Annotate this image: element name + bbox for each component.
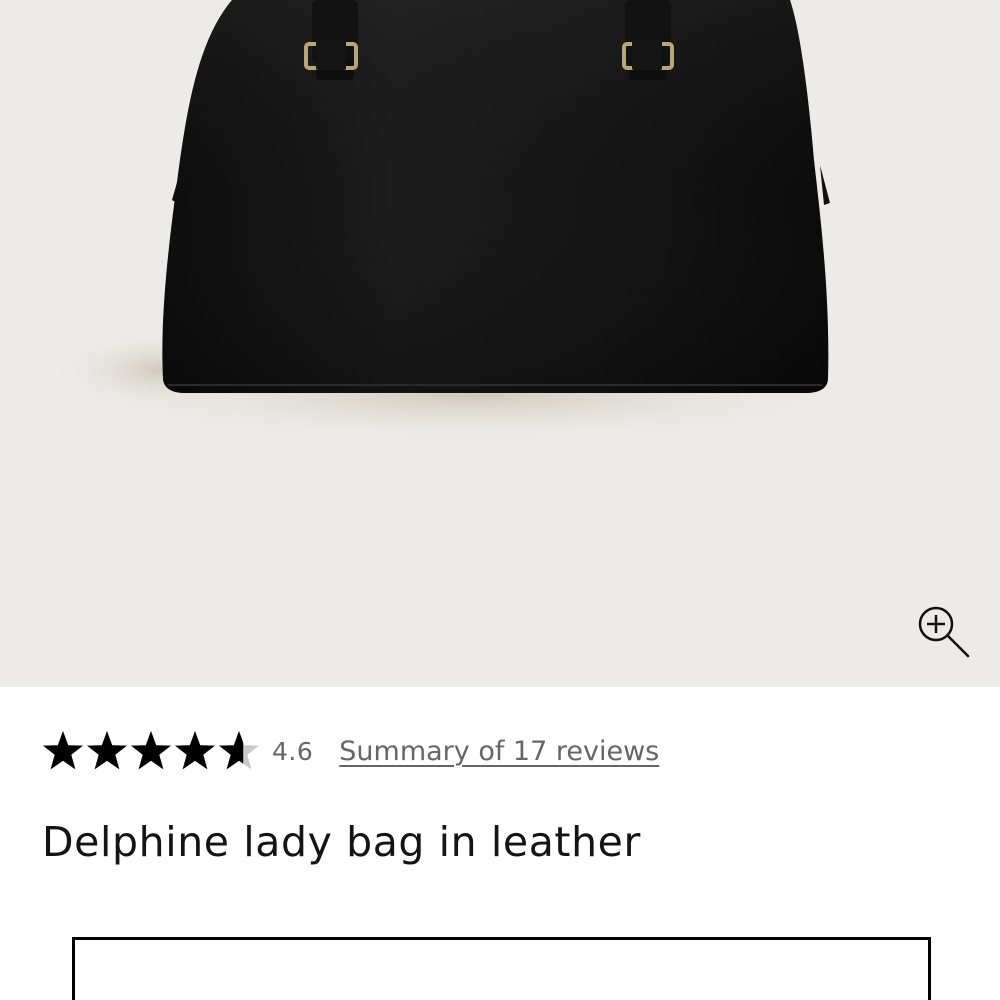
rating-value: 4.6 — [272, 736, 314, 766]
zoom-button[interactable] — [912, 600, 974, 662]
product-image[interactable] — [0, 0, 1000, 687]
product-page: 4.6 Summary of 17 reviews Delphine lady … — [0, 0, 1000, 1000]
star-icon — [86, 729, 128, 773]
product-title: Delphine lady bag in leather — [42, 818, 641, 866]
reviews-summary-link[interactable]: Summary of 17 reviews — [339, 736, 659, 767]
zoom-in-icon — [918, 606, 970, 658]
rating-summary: 4.6 Summary of 17 reviews — [42, 726, 659, 776]
star-icon — [130, 729, 172, 773]
star-icon — [42, 729, 84, 773]
star-rating — [42, 729, 260, 773]
star-icon — [218, 729, 260, 773]
product-option-selector[interactable] — [72, 937, 931, 1000]
star-icon — [174, 729, 216, 773]
bag-illustration — [50, 0, 890, 445]
